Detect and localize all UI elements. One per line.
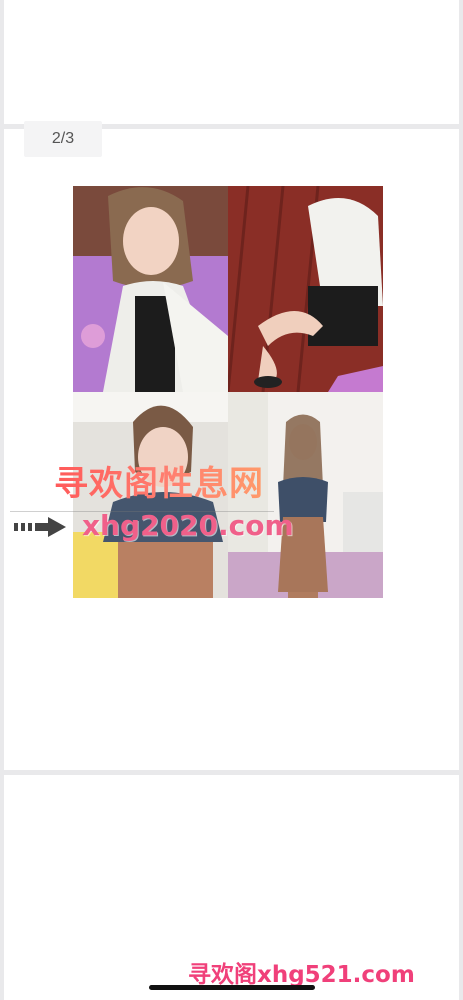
- previous-post-card: [4, 0, 459, 124]
- page-counter: 2/3: [24, 121, 102, 157]
- watermark-url: xhg2020.com: [82, 509, 294, 542]
- photo-post-card: 2/3 寻欢阁性息网 xhg2020.com: [4, 121, 459, 770]
- home-indicator[interactable]: [149, 985, 315, 990]
- arrow-right-icon: [14, 517, 66, 537]
- photo-tile-1[interactable]: [73, 186, 228, 392]
- photo-tile-2[interactable]: [228, 186, 383, 392]
- watermark-site-name: 寻欢阁性息网: [54, 456, 264, 505]
- footer-watermark: 寻欢阁xhg521.com: [188, 962, 415, 988]
